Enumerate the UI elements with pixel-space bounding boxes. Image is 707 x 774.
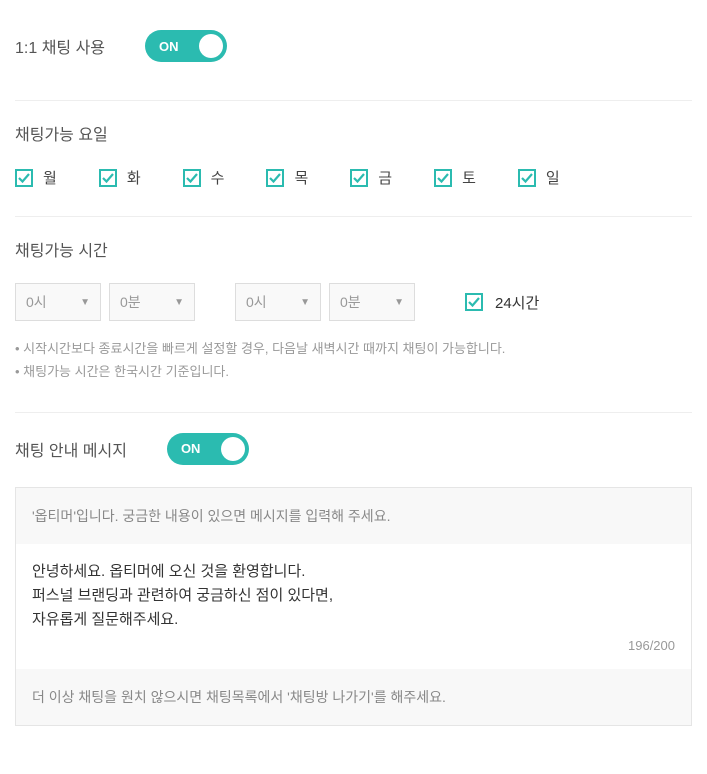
day-label: 월 — [43, 167, 57, 188]
day-label: 토 — [462, 167, 476, 188]
day-checkbox-1[interactable]: 화 — [99, 167, 141, 188]
day-label: 수 — [211, 167, 225, 188]
toggle-on-label: ON — [145, 39, 179, 54]
caret-down-icon: ▼ — [174, 297, 184, 308]
time-notes: 시작시간보다 종료시간을 빠르게 설정할 경우, 다음날 새벽시간 때까지 채팅… — [15, 337, 692, 384]
message-counter: 196/200 — [32, 638, 675, 653]
message-content-area: 196/200 — [16, 544, 691, 669]
days-section: 채팅가능 요일 월 화 수 목 금 토 일 — [15, 101, 692, 217]
day-checkbox-3[interactable]: 목 — [266, 167, 308, 188]
message-toggle-switch[interactable]: ON — [167, 433, 249, 465]
toggle-on-label: ON — [167, 441, 201, 456]
checkbox-icon — [99, 169, 117, 187]
chat-toggle-title: 1:1 채팅 사용 — [15, 34, 105, 58]
all-day-label: 24시간 — [495, 292, 539, 313]
time-note-2: 채팅가능 시간은 한국시간 기준입니다. — [15, 360, 692, 383]
message-textarea[interactable] — [32, 560, 675, 630]
toggle-knob — [199, 34, 223, 58]
checkbox-icon — [15, 169, 33, 187]
day-label: 금 — [378, 167, 392, 188]
checkbox-icon — [465, 293, 483, 311]
start-min-select[interactable]: 0분 ▼ — [109, 283, 195, 321]
day-label: 화 — [127, 167, 141, 188]
day-checkbox-4[interactable]: 금 — [350, 167, 392, 188]
toggle-knob — [221, 437, 245, 461]
day-label: 일 — [546, 167, 560, 188]
day-label: 목 — [294, 167, 308, 188]
start-hour-select[interactable]: 0시 ▼ — [15, 283, 101, 321]
chat-toggle-section: 1:1 채팅 사용 ON — [15, 20, 692, 101]
caret-down-icon: ▼ — [394, 297, 404, 308]
start-min-value: 0분 — [120, 292, 141, 312]
time-note-1: 시작시간보다 종료시간을 빠르게 설정할 경우, 다음날 새벽시간 때까지 채팅… — [15, 337, 692, 360]
all-day-checkbox[interactable]: 24시간 — [465, 292, 539, 313]
time-row: 0시 ▼ 0분 ▼ 0시 ▼ 0분 ▼ 24시간 — [15, 283, 692, 321]
checkbox-icon — [183, 169, 201, 187]
checkbox-icon — [434, 169, 452, 187]
checkbox-icon — [518, 169, 536, 187]
message-box: '옵티머'입니다. 궁금한 내용이 있으면 메시지를 입력해 주세요. 196/… — [15, 487, 692, 726]
caret-down-icon: ▼ — [80, 297, 90, 308]
message-footer: 더 이상 채팅을 원치 않으시면 채팅목록에서 '채팅방 나가기'를 해주세요. — [16, 669, 691, 725]
message-title: 채팅 안내 메시지 — [15, 437, 127, 461]
message-greeting: '옵티머'입니다. 궁금한 내용이 있으면 메시지를 입력해 주세요. — [16, 488, 691, 544]
end-min-value: 0분 — [340, 292, 361, 312]
checkbox-icon — [266, 169, 284, 187]
message-section: 채팅 안내 메시지 ON '옵티머'입니다. 궁금한 내용이 있으면 메시지를 … — [15, 413, 692, 754]
days-row: 월화수목금토일 — [15, 167, 692, 188]
chat-toggle-switch[interactable]: ON — [145, 30, 227, 62]
caret-down-icon: ▼ — [300, 297, 310, 308]
day-checkbox-6[interactable]: 일 — [518, 167, 560, 188]
end-min-select[interactable]: 0분 ▼ — [329, 283, 415, 321]
end-hour-value: 0시 — [246, 292, 267, 312]
end-hour-select[interactable]: 0시 ▼ — [235, 283, 321, 321]
time-title: 채팅가능 시간 — [15, 237, 108, 261]
days-title: 채팅가능 요일 — [15, 121, 108, 145]
checkbox-icon — [350, 169, 368, 187]
day-checkbox-2[interactable]: 수 — [183, 167, 225, 188]
day-checkbox-0[interactable]: 월 — [15, 167, 57, 188]
time-section: 채팅가능 시간 0시 ▼ 0분 ▼ 0시 ▼ 0분 ▼ — [15, 217, 692, 413]
day-checkbox-5[interactable]: 토 — [434, 167, 476, 188]
start-hour-value: 0시 — [26, 292, 47, 312]
